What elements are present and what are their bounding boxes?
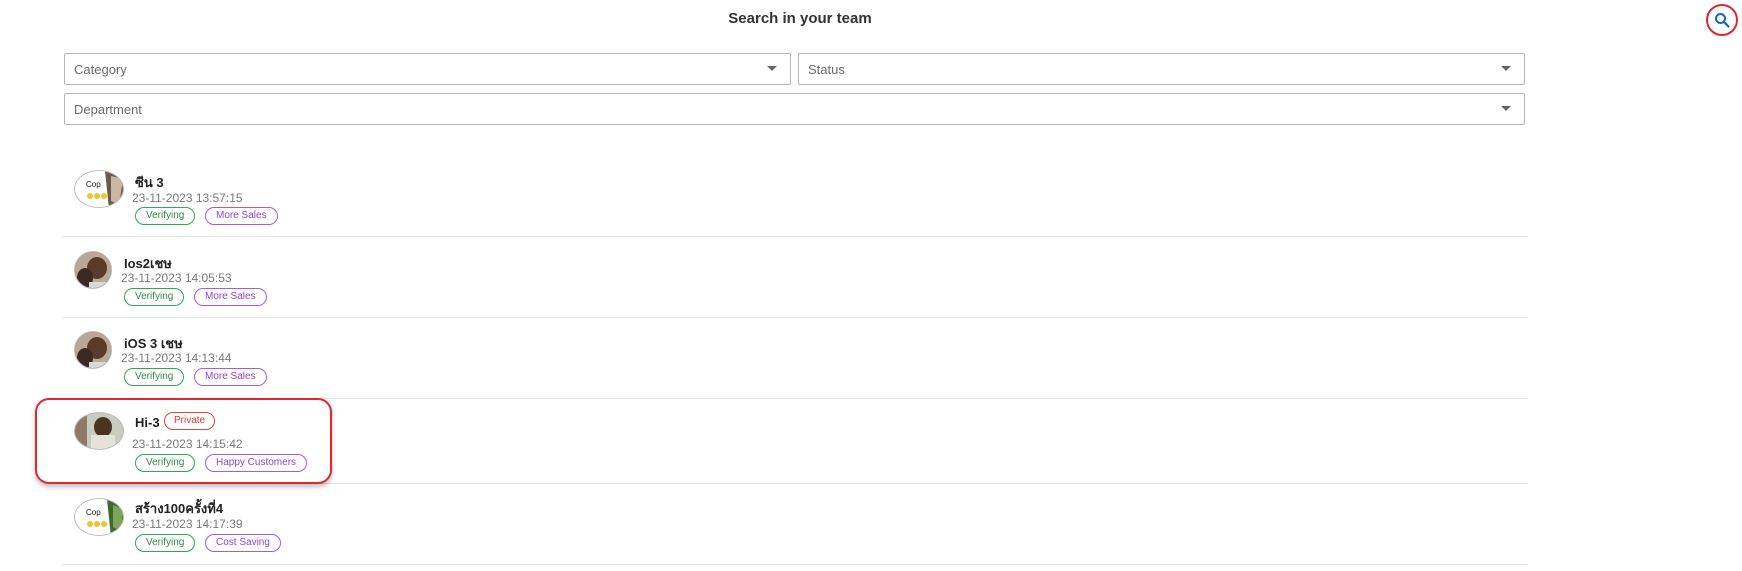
department-select[interactable]: Department bbox=[64, 93, 1525, 125]
list-item[interactable]: Ios2เชษ 23-11-2023 14:05:53 Verifying Mo… bbox=[62, 237, 1528, 318]
list-item[interactable]: Cop ซีน 3 23-11-2023 13:57:15 Verifying … bbox=[62, 155, 1528, 237]
page-title: Search in your team bbox=[728, 10, 872, 27]
item-name: ซีน 3 bbox=[135, 175, 164, 190]
avatar bbox=[74, 251, 112, 289]
chevron-down-icon bbox=[1501, 66, 1511, 71]
item-time: 23-11-2023 13:57:15 bbox=[132, 191, 243, 205]
status-badge: Verifying bbox=[135, 454, 196, 472]
avatar: Cop bbox=[74, 498, 124, 536]
status-badge: Verifying bbox=[124, 368, 185, 386]
category-badge: More Sales bbox=[194, 288, 267, 306]
item-name: Hi-3 bbox=[135, 415, 160, 430]
item-name: สร้าง100ครั้งที่4 bbox=[135, 501, 224, 516]
department-placeholder: Department bbox=[74, 102, 142, 117]
idea-list: Cop ซีน 3 23-11-2023 13:57:15 Verifying … bbox=[62, 155, 1528, 565]
status-select[interactable]: Status bbox=[798, 53, 1525, 85]
chevron-down-icon bbox=[1501, 106, 1511, 111]
status-badge: Verifying bbox=[135, 207, 196, 225]
list-item[interactable]: Cop สร้าง100ครั้งที่4 23-11-2023 14:17:3… bbox=[62, 484, 1528, 565]
item-time: 23-11-2023 14:13:44 bbox=[121, 351, 232, 365]
category-placeholder: Category bbox=[74, 62, 127, 77]
avatar: Cop bbox=[74, 170, 124, 208]
status-badge: Verifying bbox=[135, 534, 196, 552]
list-item[interactable]: iOS 3 เชษ 23-11-2023 14:13:44 Verifying … bbox=[62, 318, 1528, 399]
chevron-down-icon bbox=[767, 66, 777, 71]
avatar bbox=[74, 331, 112, 369]
item-time: 23-11-2023 14:17:39 bbox=[132, 517, 243, 531]
item-time: 23-11-2023 14:05:53 bbox=[121, 271, 232, 285]
private-badge: Private bbox=[164, 412, 216, 430]
category-badge: More Sales bbox=[194, 368, 267, 386]
search-icon bbox=[1715, 13, 1730, 28]
category-badge: Happy Customers bbox=[205, 454, 308, 472]
list-item[interactable]: Hi-3 Private 23-11-2023 14:15:42 Verifyi… bbox=[62, 399, 1528, 484]
svg-text:Cop: Cop bbox=[86, 180, 101, 189]
search-button[interactable] bbox=[1706, 4, 1738, 36]
category-select[interactable]: Category bbox=[64, 53, 791, 85]
category-badge: More Sales bbox=[205, 207, 278, 225]
avatar bbox=[74, 412, 124, 450]
category-badge: Cost Saving bbox=[205, 534, 281, 552]
item-time: 23-11-2023 14:15:42 bbox=[132, 437, 243, 451]
svg-text:Cop: Cop bbox=[86, 508, 101, 517]
status-placeholder: Status bbox=[808, 62, 845, 77]
status-badge: Verifying bbox=[124, 288, 185, 306]
